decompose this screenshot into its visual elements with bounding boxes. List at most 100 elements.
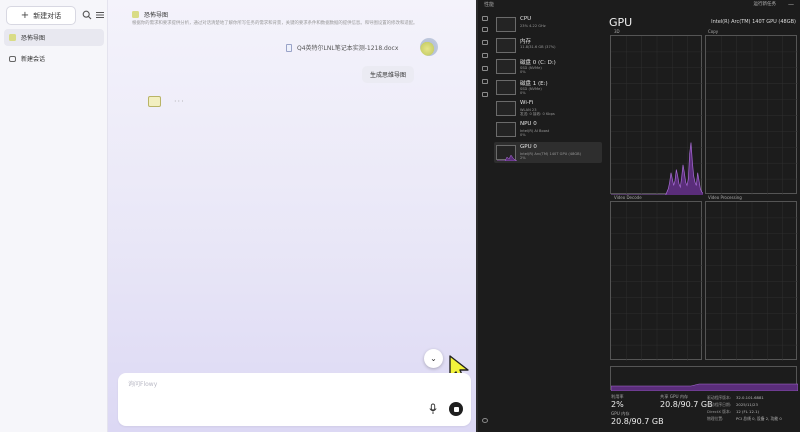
mini-graph [496, 17, 516, 32]
sidebar-item-label: 恐怖导图 [21, 35, 46, 42]
chat-main: 恐怖导图 根据你的需求和要求提供分析，通过对话清楚地了解你所写任务的需求和背景，… [108, 0, 476, 432]
assistant-avatar [148, 96, 161, 107]
graph-shared-memory [610, 366, 798, 391]
shared-memory-plot [611, 383, 798, 391]
info-key: DirectX 版本: [707, 409, 732, 414]
conversation-title-text: 恐怖导图 [144, 12, 169, 19]
app-history-icon[interactable] [482, 40, 488, 45]
document-icon [286, 43, 292, 52]
device-item-npu[interactable]: NPU 0 Intel(R) AI Boost 0% [494, 119, 602, 140]
device-item-gpu[interactable]: GPU 0 Intel(R) Arc(TM) 140T GPU (48GB) 2… [494, 142, 602, 163]
sidebar-item-conversation[interactable]: 恐怖导图 [4, 29, 104, 46]
task-manager-window: 性能 运行新任务 — CPU 23% 4.22 GHz 内存 11.8/31.6… [476, 0, 800, 432]
device-item-wifi[interactable]: Wi-Fi WLAN 23 发送: 0 接收: 0 Kbps [494, 98, 602, 119]
sidebar-item-new-session[interactable]: 新建会话 [4, 50, 104, 67]
grid [706, 202, 798, 361]
plus-icon: + [20, 9, 30, 21]
note-icon [9, 34, 16, 41]
window-controls: — [788, 1, 794, 8]
conversation-title: 恐怖导图 [132, 10, 168, 19]
startup-icon[interactable] [482, 53, 488, 58]
new-chat-button[interactable]: + 新建对话 [6, 6, 76, 25]
stop-button[interactable] [449, 402, 463, 416]
info-value: 2025/11/23 [736, 402, 758, 407]
mini-graph [496, 101, 516, 116]
gpu-memory-value: 20.8/90.7 GB [611, 417, 664, 426]
nav-rail [478, 10, 492, 432]
mini-graph [496, 80, 516, 95]
message-input-box [118, 373, 471, 426]
graph-copy [705, 35, 798, 195]
file-attachment[interactable]: Q4英特尔LNL笔记本实测-1218.docx [286, 43, 398, 52]
mini-graph [496, 145, 518, 162]
device-name: CPU [520, 16, 532, 22]
file-name: Q4英特尔LNL笔记本实测-1218.docx [297, 45, 399, 52]
typing-indicator: ··· [174, 97, 185, 106]
graph-label-video-processing: Video Processing [708, 195, 742, 200]
grid [706, 36, 798, 195]
sidebar: + 新建对话 恐怖导图 新建会话 [0, 0, 108, 432]
sidebar-item-label: 新建会话 [21, 56, 46, 63]
mini-graph [496, 59, 516, 74]
device-name: 磁盘 1 (E:) [520, 81, 548, 87]
device-name: NPU 0 [520, 121, 537, 127]
utilization-value: 2% [611, 400, 624, 409]
chevron-down-icon: ⌄ [430, 354, 437, 363]
settings-icon[interactable] [482, 418, 488, 423]
scroll-down-button[interactable]: ⌄ [424, 349, 443, 368]
graph-label-copy: Copy [708, 29, 719, 34]
info-value: 12 (FL 12.1) [736, 409, 759, 414]
graph-label-3d: 3D [614, 29, 620, 34]
info-key: 驱动程序版本: [707, 395, 732, 400]
device-subtext: Intel(R) AI Boost 0% [520, 129, 550, 138]
services-icon[interactable] [482, 92, 488, 97]
device-item-disk1[interactable]: 磁盘 1 (E:) SSD (NVMe) 0% [494, 77, 602, 98]
device-subtext: 11.8/31.6 GB (37%) [520, 45, 556, 49]
graph-video-processing [705, 201, 798, 361]
chat-app-window: + 新建对话 恐怖导图 新建会话 恐怖导图 根据你的需求和要求提供分析，通过对话… [0, 0, 476, 432]
device-subtext: 23% 4.22 GHz [520, 24, 546, 28]
device-item-memory[interactable]: 内存 11.8/31.6 GB (37%) [494, 35, 602, 56]
section-title: 性能 [484, 2, 495, 8]
gpu-3d-plot [611, 36, 703, 195]
device-name: Wi-Fi [520, 100, 534, 106]
search-icon[interactable] [82, 10, 92, 20]
info-value: 32.0.101.6881 [736, 395, 764, 400]
graph-3d [610, 35, 703, 195]
device-item-disk0[interactable]: 磁盘 0 (C: D:) SSD (NVMe) 0% [494, 56, 602, 77]
device-subtext: SSD (NVMe) 0% [520, 66, 542, 75]
device-name: GPU 0 [520, 144, 537, 150]
microphone-icon[interactable] [428, 403, 438, 415]
graph-label-video-decode: Video Decode [614, 195, 642, 200]
device-subtext: SSD (NVMe) 0% [520, 87, 542, 96]
menu-icon[interactable] [95, 10, 105, 20]
device-subtext: Intel(R) Arc(TM) 140T GPU (48GB) 2% [520, 152, 582, 161]
mini-graph [496, 122, 516, 137]
new-chat-label: 新建对话 [33, 11, 62, 20]
info-value: PCI 总线 0, 设备 2, 功能 0 [736, 416, 782, 421]
user-message: 生成思维导图 [362, 66, 415, 83]
performance-icon[interactable] [482, 27, 488, 32]
gpu-heading: GPU [609, 16, 633, 29]
grid [611, 202, 703, 361]
device-item-cpu[interactable]: CPU 23% 4.22 GHz [494, 14, 602, 35]
conversation-description: 根据你的需求和要求提供分析，通过对话清楚地了解你所写任务的需求和背景，关键的要求… [132, 21, 418, 26]
user-avatar [420, 38, 438, 56]
shared-memory-value: 20.8/90.7 GB [660, 400, 713, 409]
users-icon[interactable] [482, 66, 488, 71]
mini-graph [496, 38, 516, 53]
details-icon[interactable] [482, 79, 488, 84]
graph-video-decode [610, 201, 703, 361]
minimize-icon[interactable]: — [788, 1, 794, 8]
device-name: 磁盘 0 (C: D:) [520, 60, 556, 66]
note-icon [132, 11, 139, 18]
processes-icon[interactable] [482, 16, 488, 21]
message-input[interactable] [128, 379, 408, 395]
gpu-mini-graph [497, 154, 518, 162]
run-new-task-button[interactable]: 运行新任务 [754, 1, 777, 7]
info-key: 驱动程序日期: [707, 402, 732, 407]
device-name: 内存 [520, 39, 532, 45]
info-key: 物理位置: [707, 416, 724, 421]
gpu-model: Intel(R) Arc(TM) 140T GPU (48GB) [711, 19, 796, 25]
device-subtext: WLAN 23 发送: 0 接收: 0 Kbps [520, 108, 555, 117]
